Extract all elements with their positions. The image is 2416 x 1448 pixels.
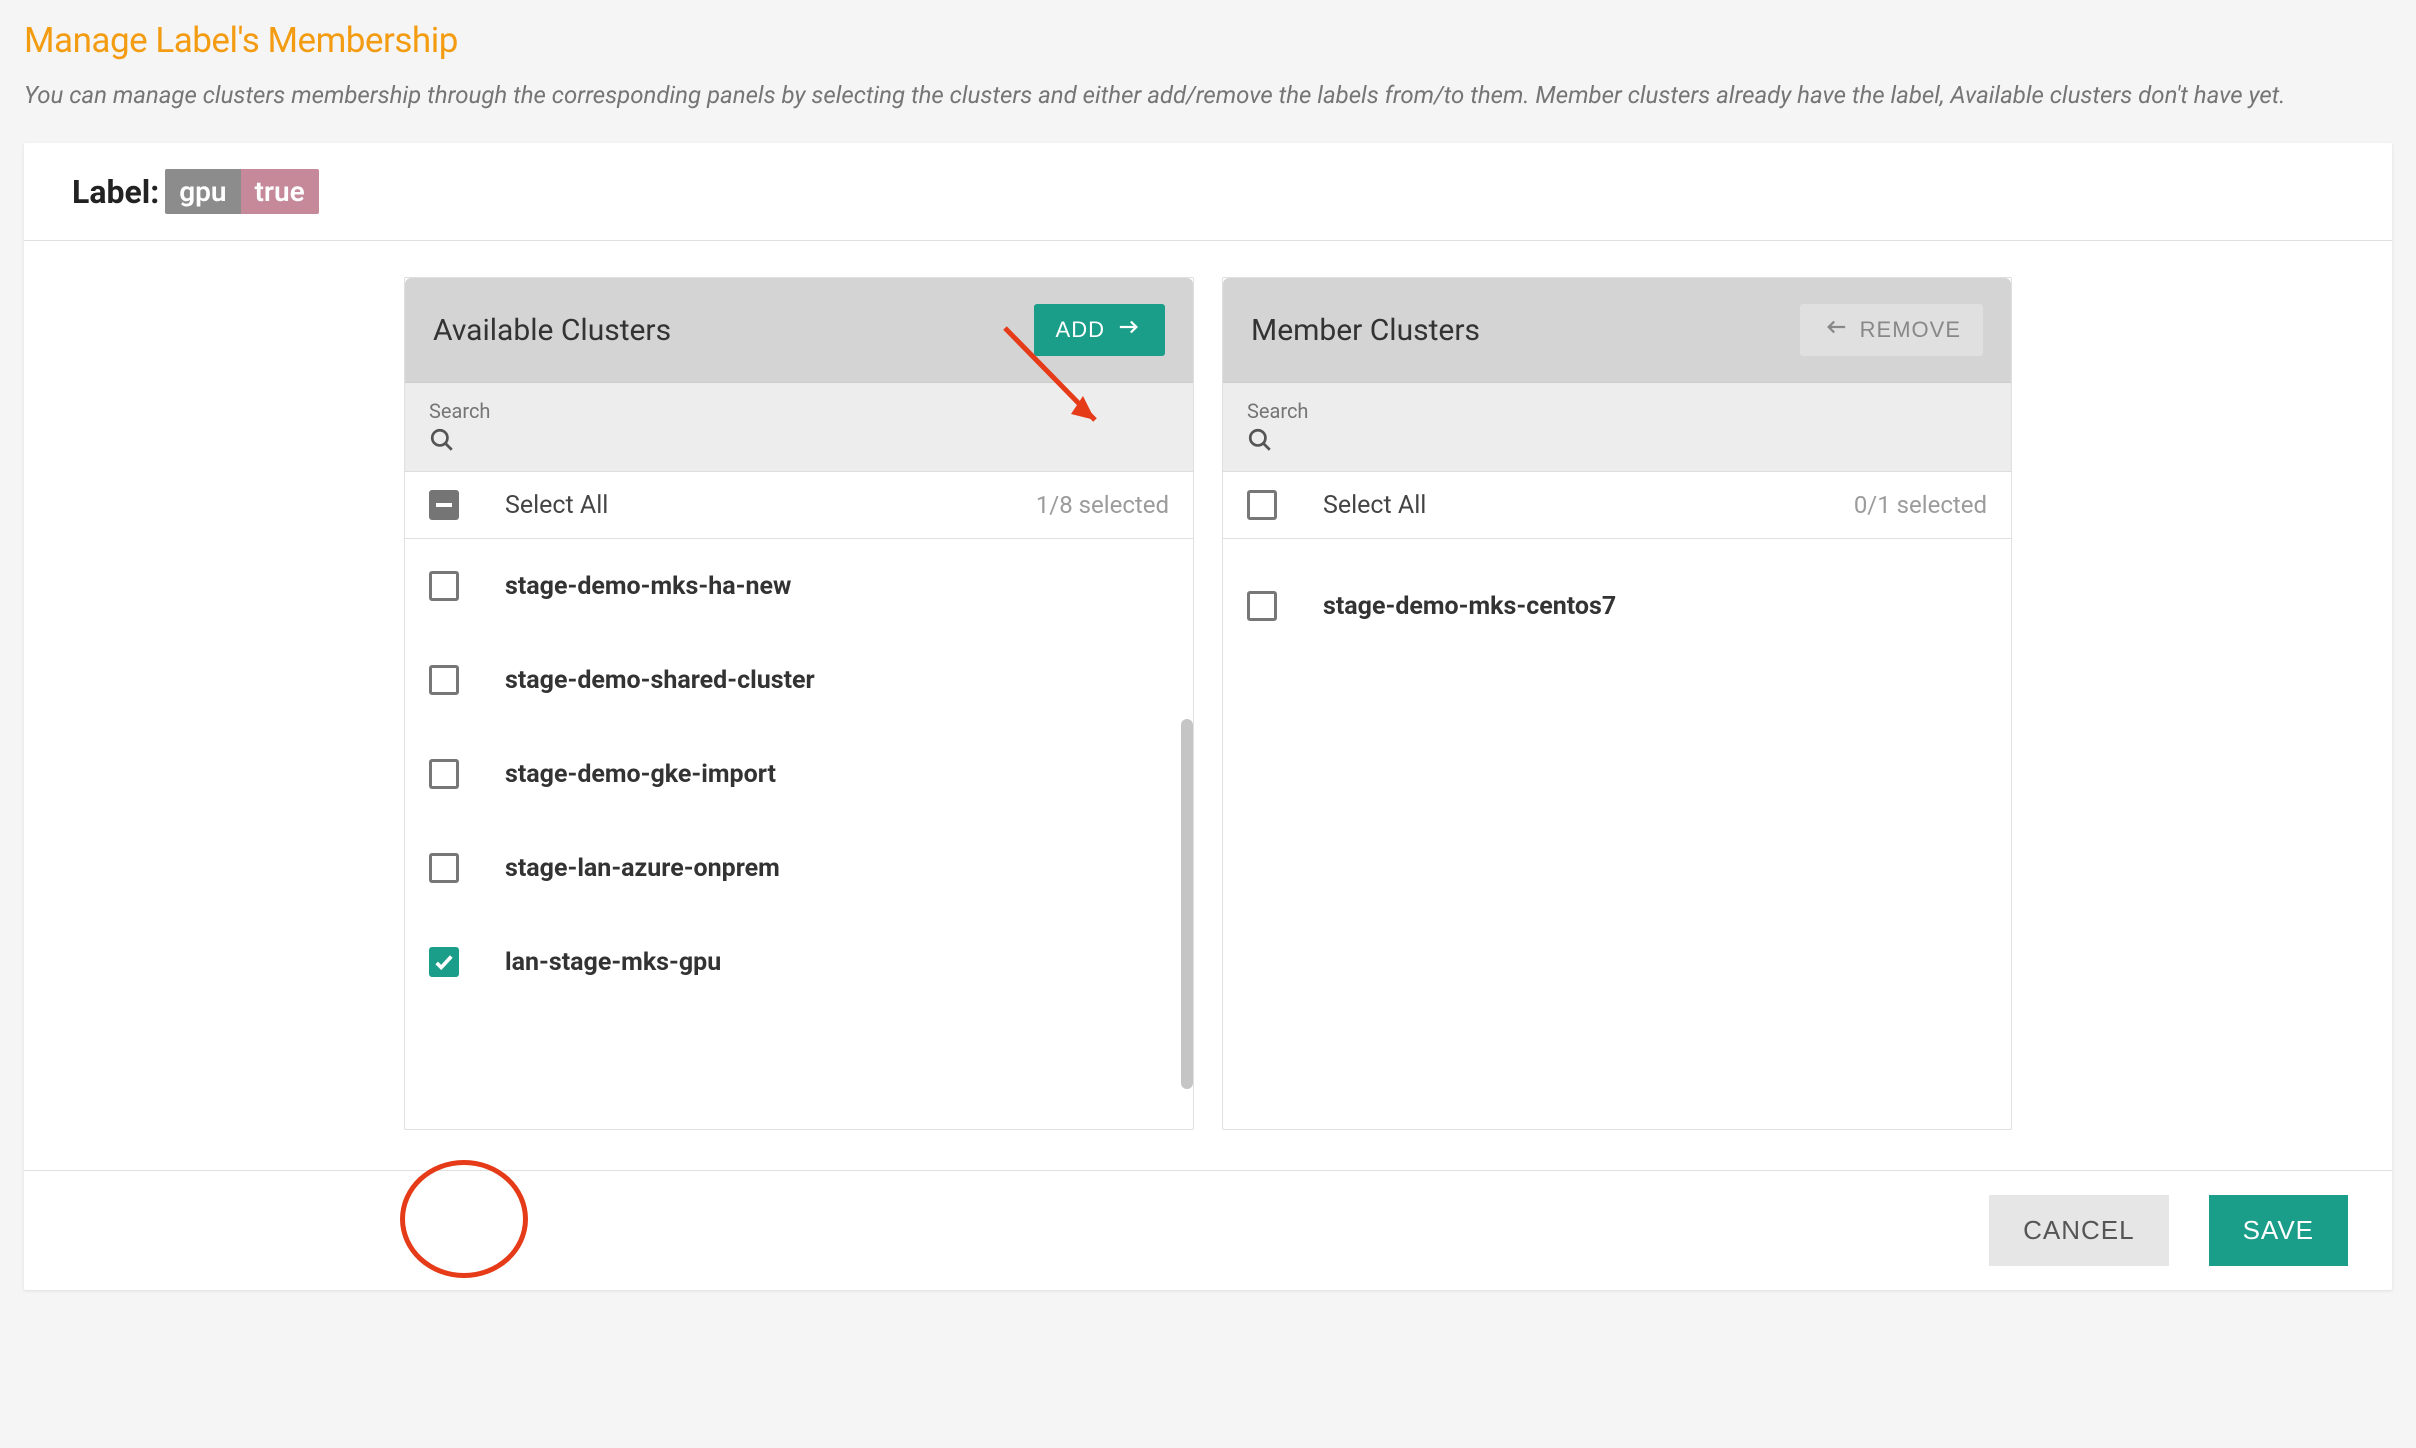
scrollbar-thumb[interactable]: [1181, 719, 1193, 1089]
cluster-name: stage-demo-shared-cluster: [505, 666, 815, 695]
label-value-tag: true: [241, 169, 319, 214]
member-search-label: Search: [1247, 399, 1987, 423]
list-item[interactable]: stage-demo-mks-ha-new: [405, 539, 1193, 633]
available-clusters-panel: Available Clusters ADD Search: [404, 277, 1194, 1130]
add-button[interactable]: ADD: [1034, 304, 1165, 356]
cluster-name: lan-stage-mks-gpu: [505, 948, 721, 977]
list-item[interactable]: stage-lan-azure-onprem: [405, 821, 1193, 915]
page-description: You can manage clusters membership throu…: [24, 77, 2392, 113]
member-select-all-label[interactable]: Select All: [1323, 491, 1426, 520]
checkbox[interactable]: [1247, 591, 1277, 621]
list-item[interactable]: stage-demo-mks-centos7: [1223, 539, 2011, 653]
available-list: stage-demo-mks-ha-new stage-demo-shared-…: [405, 539, 1193, 1129]
member-selected-counter: 0/1 selected: [1854, 491, 1987, 519]
list-item[interactable]: stage-demo-shared-cluster: [405, 633, 1193, 727]
available-select-all-checkbox[interactable]: [429, 490, 459, 520]
add-button-label: ADD: [1056, 317, 1105, 343]
member-select-all-checkbox[interactable]: [1247, 490, 1277, 520]
member-panel-title: Member Clusters: [1251, 313, 1480, 348]
cancel-button[interactable]: CANCEL: [1989, 1195, 2168, 1266]
cluster-name: stage-lan-azure-onprem: [505, 854, 780, 883]
cluster-name: stage-demo-mks-centos7: [1323, 592, 1616, 621]
list-item[interactable]: lan-stage-mks-gpu: [405, 915, 1193, 1009]
label-key-tag: gpu: [165, 169, 240, 214]
search-icon[interactable]: [429, 438, 455, 457]
available-panel-title: Available Clusters: [433, 313, 671, 348]
checkbox[interactable]: [429, 853, 459, 883]
member-list: stage-demo-mks-centos7: [1223, 539, 2011, 1129]
remove-button[interactable]: REMOVE: [1800, 304, 1983, 356]
member-clusters-panel: Member Clusters REMOVE Search: [1222, 277, 2012, 1130]
arrow-right-icon: [1115, 316, 1143, 344]
available-selected-counter: 1/8 selected: [1036, 491, 1169, 519]
label-header: Label: gputrue: [24, 143, 2392, 241]
save-button[interactable]: SAVE: [2209, 1195, 2348, 1266]
checkbox[interactable]: [429, 571, 459, 601]
arrow-left-icon: [1822, 316, 1850, 344]
search-icon[interactable]: [1247, 438, 1273, 457]
cluster-name: stage-demo-gke-import: [505, 760, 776, 789]
checkbox[interactable]: [429, 759, 459, 789]
remove-button-label: REMOVE: [1860, 317, 1961, 343]
label-prefix: Label:: [72, 173, 159, 211]
checkbox[interactable]: [429, 947, 459, 977]
page-title: Manage Label's Membership: [24, 20, 2392, 61]
available-search-label: Search: [429, 399, 1169, 423]
cluster-name: stage-demo-mks-ha-new: [505, 572, 791, 601]
checkbox[interactable]: [429, 665, 459, 695]
list-item[interactable]: stage-demo-gke-import: [405, 727, 1193, 821]
available-select-all-label[interactable]: Select All: [505, 491, 608, 520]
